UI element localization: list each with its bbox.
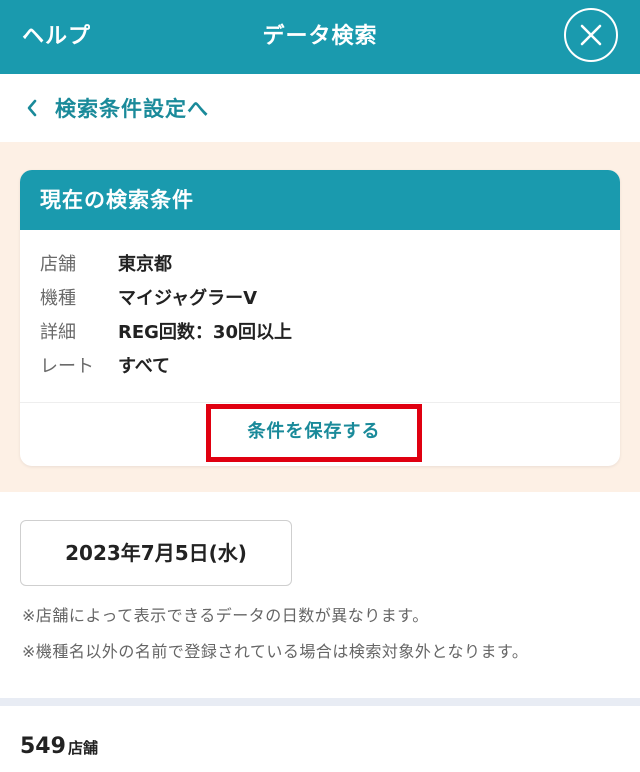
condition-key: 店舗 [40, 254, 76, 275]
conditions-card: 現在の検索条件 店舗 東京都 機種 マイジャグラーV 詳細 REG回数：30回以上 レ… [20, 170, 620, 466]
close-button[interactable] [564, 8, 618, 62]
condition-value: 東京都 [118, 254, 172, 275]
page-title: データ検索 [262, 24, 378, 49]
conditions-section: 現在の検索条件 店舗 東京都 機種 マイジャグラーV 詳細 REG回数：30回以上 レ… [0, 142, 640, 492]
note-text: ※店舗によって表示できるデータの日数が異なります。 [22, 606, 429, 625]
condition-value: マイジャグラーV [118, 288, 258, 309]
condition-value: すべて [118, 356, 171, 377]
save-conditions-button[interactable]: 条件を保存する [206, 404, 422, 462]
close-icon [580, 24, 602, 46]
conditions-title: 現在の検索条件 [40, 188, 194, 212]
result-count-unit: 店舗 [67, 739, 98, 757]
back-link-label: 検索条件設定へ [55, 97, 209, 121]
condition-key: レート [40, 356, 94, 377]
condition-row-detail: 詳細 REG回数：30回以上 [40, 318, 292, 344]
back-link[interactable]: 検索条件設定へ [0, 74, 640, 142]
date-selector[interactable]: 2023年7月5日(水) [20, 520, 292, 586]
section-separator [0, 698, 640, 706]
result-count: 549 店舗 [20, 734, 98, 759]
note-text: ※機種名以外の名前で登録されている場合は検索対象外となります。 [22, 642, 529, 661]
condition-key: 詳細 [40, 322, 76, 343]
condition-row-model: 機種 マイジャグラーV [40, 284, 257, 310]
condition-row-store: 店舗 東京都 [40, 250, 172, 276]
result-count-number: 549 [20, 734, 66, 759]
condition-row-rate: レート すべて [40, 352, 170, 378]
divider [20, 402, 620, 403]
app-header: ヘルプ データ検索 [0, 0, 640, 74]
condition-key: 機種 [40, 288, 76, 309]
condition-value: REG回数：30回以上 [118, 322, 292, 343]
chevron-left-icon [27, 99, 37, 117]
conditions-card-header: 現在の検索条件 [20, 170, 620, 230]
